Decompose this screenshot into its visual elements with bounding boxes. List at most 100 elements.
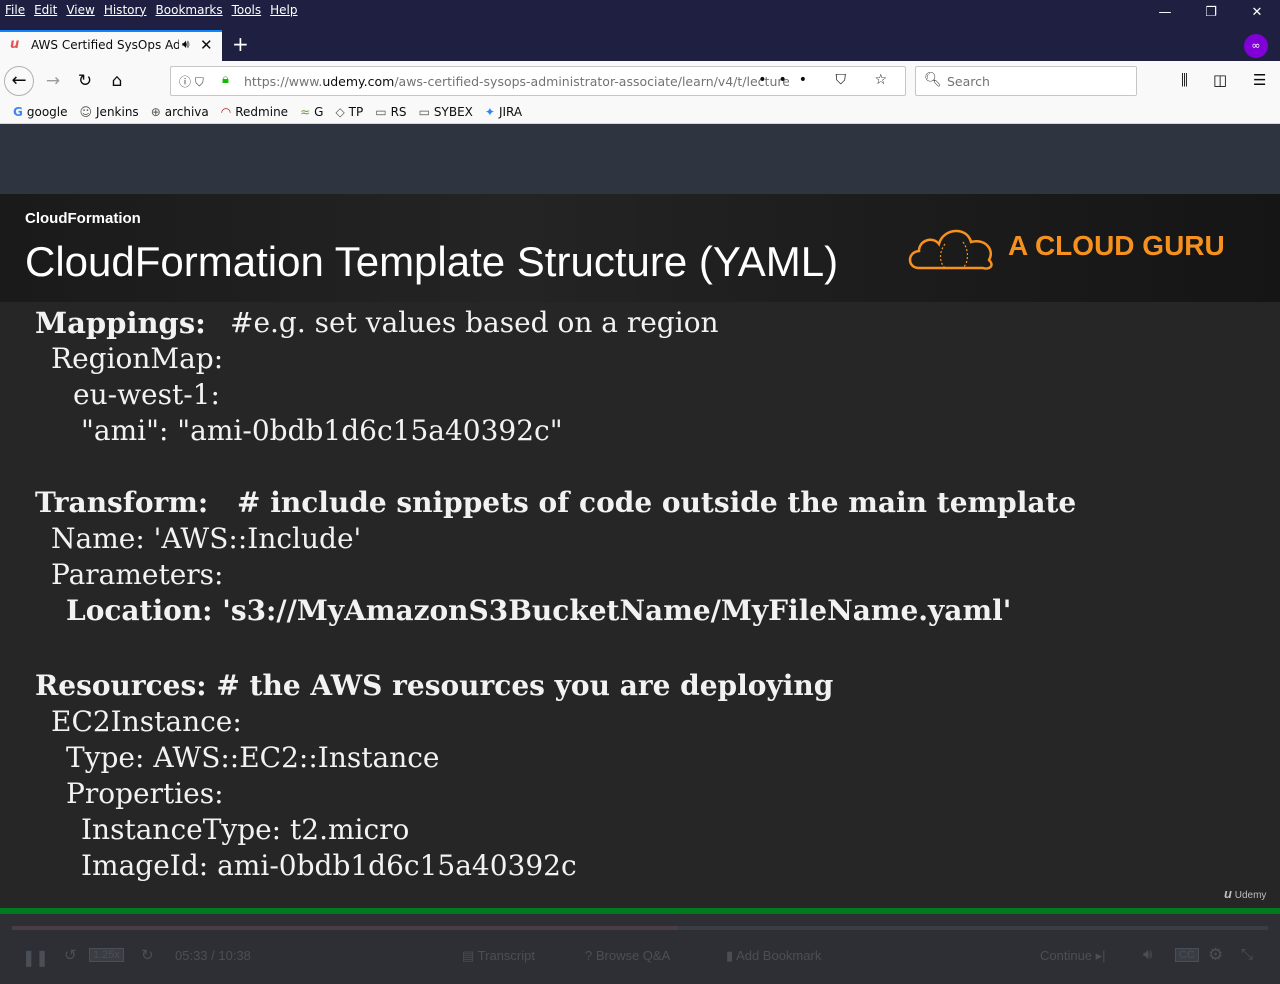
menu-history[interactable]: History	[104, 3, 147, 17]
menu-tools[interactable]: Tools	[232, 3, 262, 17]
folder-icon: ▭	[418, 104, 430, 119]
menu-bookmarks[interactable]: Bookmarks	[156, 3, 223, 17]
bookmark-label: RS	[390, 104, 407, 119]
code-line-location: Location: 's3://MyAmazonS3BucketName/MyF…	[66, 594, 1012, 627]
bookmark-jira[interactable]: ✦ JIRA	[485, 105, 522, 119]
code-line-name: Name: 'AWS::Include'	[51, 522, 362, 555]
g-site-icon: ≈	[300, 104, 311, 119]
time-display: 05:33 / 10:38	[175, 948, 251, 963]
transcript-button[interactable]: ▤ Transcript	[462, 948, 535, 964]
bookmark-label: Jenkins	[96, 104, 139, 119]
bookmark-label: JIRA	[498, 104, 523, 119]
bookmark-label: TP	[348, 104, 364, 119]
url-text[interactable]: https://www.udemy.com/aws-certified-syso…	[244, 74, 789, 89]
home-button[interactable]: ⌂	[102, 66, 132, 96]
page-actions-icon[interactable]: ••• ⛉ ☆	[758, 72, 899, 88]
player-controls: ❚❚ ↺ 1.25x ↻ 05:33 / 10:38 ▤ Transcript …	[0, 914, 1280, 984]
hamburger-menu-icon[interactable]: ☰	[1253, 71, 1266, 89]
menu-view[interactable]: View	[66, 3, 94, 17]
close-tab-icon[interactable]: ✕	[200, 36, 213, 54]
jenkins-icon: ☺	[79, 104, 93, 119]
code-line-type: Type: AWS::EC2::Instance	[66, 741, 440, 774]
seek-bar[interactable]	[12, 926, 1268, 930]
new-tab-button[interactable]: +	[232, 32, 249, 56]
bookmarks-toolbar: Ggoogle ☺ Jenkins ⊕ archiva ◠ Redmine ≈ G ◇ T…	[0, 100, 1280, 124]
seek-bar-fill	[12, 926, 678, 930]
udemy-favicon-icon: u	[10, 37, 20, 52]
nav-bar: ← → ↻ ⌂ ⓘ ⛉ 🔒︎ https://www.udemy.com/aws…	[0, 61, 1280, 100]
sidebar-icon[interactable]: ◫	[1213, 71, 1227, 89]
slide-heading: CloudFormation Template Structure (YAML)	[25, 238, 839, 285]
bookmark-label: SYBEX	[433, 104, 473, 119]
speaker-icon[interactable]: 🔊︎	[182, 37, 190, 52]
close-window-button[interactable]: ✕	[1242, 5, 1272, 23]
info-icon[interactable]: ⓘ ⛉	[179, 73, 204, 90]
udemy-watermark: u Udemy	[1224, 886, 1267, 901]
folder-icon: ▭	[375, 104, 387, 119]
code-line-mappings-comment: #e.g. set values based on a region	[230, 306, 719, 339]
slide-body: Mappings: #e.g. set values based on a re…	[0, 302, 1280, 910]
code-line-mappings: Mappings:	[35, 306, 206, 340]
menu-edit[interactable]: Edit	[34, 3, 57, 17]
slide-banner: CloudFormation CloudFormation Template S…	[0, 194, 1280, 302]
captions-icon[interactable]: CC	[1175, 948, 1199, 962]
reload-button[interactable]: ↻	[70, 66, 100, 96]
bookmark-jenkins[interactable]: ☺ Jenkins	[80, 105, 139, 119]
slide-section-label: CloudFormation	[25, 210, 141, 227]
code-line-properties: Properties:	[66, 777, 224, 810]
udemy-player-page: CloudFormation CloudFormation Template S…	[0, 124, 1280, 984]
code-line-imageid: ImageId: ami-0bdb1d6c15a40392c	[81, 849, 577, 882]
bookmark-label: G	[314, 104, 324, 119]
code-line-ec2instance: EC2Instance:	[51, 705, 242, 738]
lecture-header-overlay	[0, 124, 1280, 194]
bookmark-tp[interactable]: ◇ TP	[335, 105, 363, 119]
bookmark-g[interactable]: ≈ G	[300, 105, 323, 119]
rewind-icon[interactable]: ↺	[64, 946, 77, 964]
bookmark-label: archiva	[164, 104, 209, 119]
continue-button[interactable]: Continue ▸|	[1040, 948, 1106, 964]
library-icon[interactable]: ⫼	[1181, 71, 1188, 89]
forward-button[interactable]: →	[38, 66, 68, 96]
forward-icon[interactable]: ↻	[141, 946, 154, 964]
fullscreen-icon[interactable]: ⤡	[1241, 946, 1253, 963]
settings-gear-icon[interactable]: ⚙	[1208, 945, 1223, 965]
pause-icon[interactable]: ❚❚	[22, 948, 49, 968]
code-line-transform: Transform:	[35, 486, 209, 519]
playback-speed-button[interactable]: 1.25x	[89, 948, 124, 962]
bookmark-redmine[interactable]: ◠ Redmine	[221, 105, 288, 119]
search-input[interactable]: 🔍︎ Search	[915, 66, 1137, 96]
bookmark-archiva[interactable]: ⊕ archiva	[151, 105, 209, 119]
bookmark-rs[interactable]: ▭ RS	[375, 105, 406, 119]
jira-icon: ✦	[484, 104, 495, 119]
search-icon: 🔍︎	[924, 72, 942, 88]
continue-label: Continue	[1040, 948, 1093, 963]
code-line-parameters: Parameters:	[51, 558, 224, 591]
redmine-icon: ◠	[220, 104, 232, 119]
bookmark-google[interactable]: Ggoogle	[13, 105, 68, 119]
minimize-button[interactable]: —	[1150, 5, 1180, 23]
add-bookmark-button[interactable]: ▮ Add Bookmark	[726, 948, 821, 964]
bookmark-label: Redmine	[235, 104, 289, 119]
transcript-label: Transcript	[477, 948, 535, 963]
search-placeholder: Search	[947, 74, 990, 89]
code-line-resources: Resources: # the AWS resources you are d…	[35, 669, 834, 702]
globe-icon: ⊕	[150, 104, 161, 119]
code-line-ami: "ami": "ami-0bdb1d6c15a40392c"	[81, 414, 563, 447]
volume-icon[interactable]: 🔊︎	[1143, 946, 1152, 963]
menu-help[interactable]: Help	[270, 3, 297, 17]
menu-bar: File Edit View History Bookmarks Tools H…	[0, 0, 1280, 30]
lock-icon[interactable]: 🔒︎	[222, 72, 229, 87]
tab-strip: u AWS Certified SysOps Administrator - A…	[0, 30, 1280, 61]
browse-qa-button[interactable]: ? Browse Q&A	[585, 948, 670, 963]
menu-file[interactable]: File	[5, 3, 25, 17]
restore-button[interactable]: ❐	[1196, 5, 1226, 23]
brand-logo-text: A CLOUD GURU	[1008, 230, 1225, 261]
bookmark-sybex[interactable]: ▭ SYBEX	[419, 105, 473, 119]
menu-list: File Edit View History Bookmarks Tools H…	[5, 3, 307, 17]
tab-udemy-lecture[interactable]: u AWS Certified SysOps Administrator - A…	[0, 30, 222, 61]
cloud-logo-icon	[908, 229, 993, 270]
url-bar[interactable]: ⓘ ⛉ 🔒︎ https://www.udemy.com/aws-certifi…	[170, 66, 906, 96]
bookmark-label: google	[26, 104, 68, 119]
code-line-instancetype: InstanceType: t2.micro	[81, 813, 410, 846]
back-button[interactable]: ←	[4, 66, 34, 96]
